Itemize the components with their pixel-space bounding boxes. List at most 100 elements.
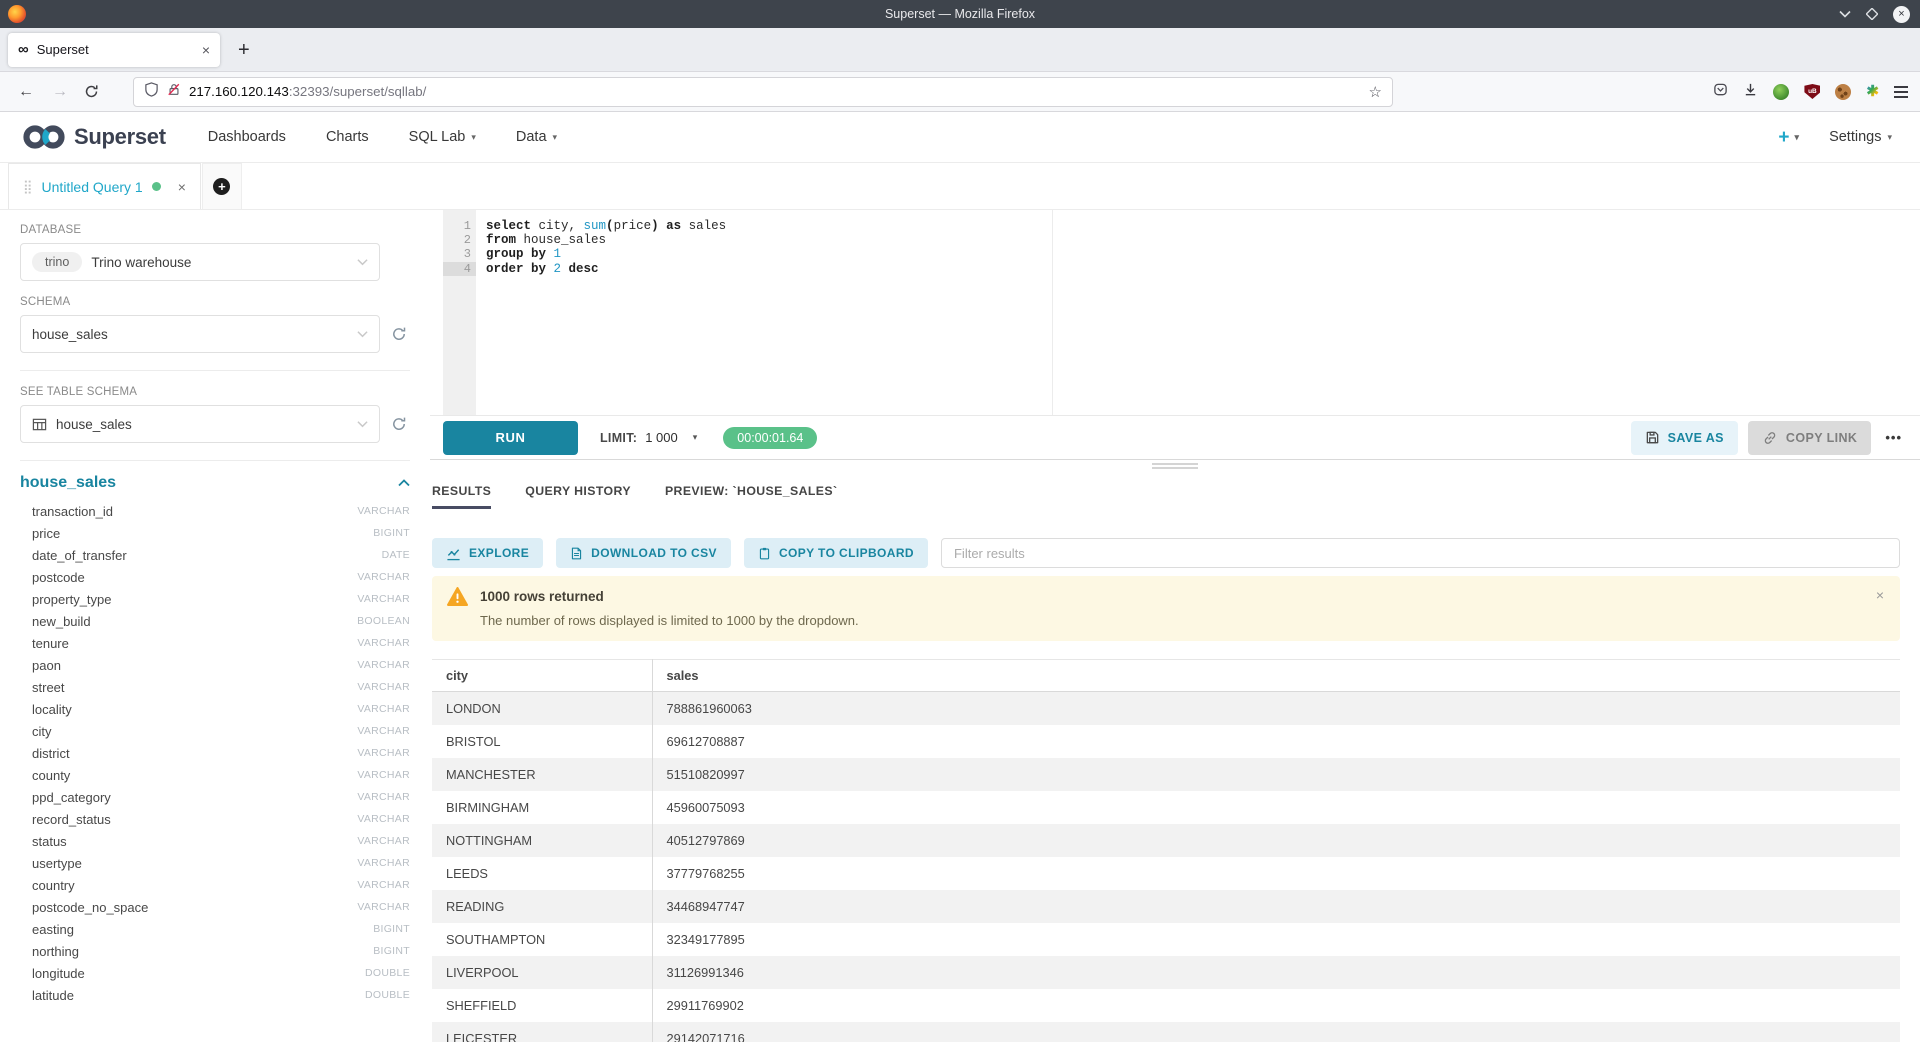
query-status-dot <box>152 182 161 191</box>
tab-preview[interactable]: PREVIEW: `HOUSE_SALES` <box>665 472 838 509</box>
browser-tab[interactable]: ∞ Superset × <box>8 33 220 67</box>
column-item[interactable]: priceBIGINT <box>20 522 410 544</box>
shield-icon[interactable] <box>144 82 159 102</box>
download-csv-button[interactable]: DOWNLOAD TO CSV <box>556 538 731 568</box>
schema-select[interactable]: house_sales <box>20 315 380 353</box>
column-item[interactable]: streetVARCHAR <box>20 676 410 698</box>
query-tab-close-icon[interactable]: × <box>178 180 186 194</box>
table-row: READING34468947747 <box>432 890 1900 923</box>
sql-editor[interactable]: 1234 select city, sum(price) as salesfro… <box>430 210 1920 415</box>
column-item[interactable]: northingBIGINT <box>20 940 410 962</box>
run-button[interactable]: RUN <box>443 421 578 455</box>
copy-link-button[interactable]: COPY LINK <box>1748 421 1871 455</box>
divider <box>20 460 410 461</box>
reload-button[interactable] <box>84 84 99 99</box>
collapse-chevron-up-icon[interactable] <box>398 474 410 492</box>
forward-button: → <box>52 84 68 100</box>
insecure-lock-icon[interactable] <box>167 82 181 102</box>
column-item[interactable]: new_buildBOOLEAN <box>20 610 410 632</box>
column-item[interactable]: latitudeDOUBLE <box>20 984 410 1006</box>
pane-resize-handle[interactable] <box>430 460 1920 472</box>
chevron-down-icon <box>357 258 368 266</box>
table-select[interactable]: house_sales <box>20 405 380 443</box>
cookie-extension-icon[interactable] <box>1835 84 1851 100</box>
table-row: LONDON788861960063 <box>432 692 1900 726</box>
warning-icon <box>447 587 468 606</box>
back-button[interactable]: ← <box>18 84 34 100</box>
add-query-tab-button[interactable]: + <box>202 163 242 209</box>
superset-logo[interactable]: Superset <box>22 122 166 152</box>
table-row: BIRMINGHAM45960075093 <box>432 791 1900 824</box>
bookmark-star-icon[interactable]: ☆ <box>1369 83 1382 101</box>
editor-lines[interactable]: select city, sum(price) as salesfrom hou… <box>476 210 1920 415</box>
alert-close-icon[interactable]: × <box>1876 587 1884 603</box>
column-item[interactable]: cityVARCHAR <box>20 720 410 742</box>
column-item[interactable]: localityVARCHAR <box>20 698 410 720</box>
downloads-icon[interactable] <box>1743 82 1758 102</box>
column-item[interactable]: transaction_idVARCHAR <box>20 500 410 522</box>
copy-clipboard-button[interactable]: COPY TO CLIPBOARD <box>744 538 928 568</box>
column-item[interactable]: usertypeVARCHAR <box>20 852 410 874</box>
drag-handle-icon[interactable]: ⣿ <box>23 180 33 193</box>
save-as-button[interactable]: SAVE AS <box>1631 421 1738 455</box>
refresh-table-icon[interactable] <box>388 416 410 432</box>
privacy-badger-icon[interactable] <box>1773 84 1789 100</box>
table-row: MANCHESTER51510820997 <box>432 758 1900 791</box>
nav-item-charts[interactable]: Charts <box>326 129 369 145</box>
window-maximize-icon[interactable] <box>1866 8 1878 20</box>
nav-item-data[interactable]: Data▾ <box>516 129 557 145</box>
new-tab-button[interactable]: + <box>238 40 250 60</box>
infinity-logo-icon <box>22 122 66 152</box>
column-header-sales[interactable]: sales <box>652 660 1900 692</box>
column-header-city[interactable]: city <box>432 660 652 692</box>
column-item[interactable]: ppd_categoryVARCHAR <box>20 786 410 808</box>
window-title: Superset — Mozilla Firefox <box>0 7 1920 21</box>
refresh-schema-icon[interactable] <box>388 326 410 342</box>
explore-button[interactable]: EXPLORE <box>432 538 543 568</box>
database-select[interactable]: trino Trino warehouse <box>20 243 380 281</box>
column-item[interactable]: postcodeVARCHAR <box>20 566 410 588</box>
table-name-heading[interactable]: house_sales <box>20 474 116 492</box>
column-item[interactable]: districtVARCHAR <box>20 742 410 764</box>
nav-item-dashboards[interactable]: Dashboards <box>208 129 286 145</box>
menu-icon[interactable] <box>1894 86 1908 98</box>
column-item[interactable]: countyVARCHAR <box>20 764 410 786</box>
column-list: transaction_idVARCHARpriceBIGINTdate_of_… <box>20 500 410 1006</box>
new-item-button[interactable]: +▾ <box>1778 128 1799 147</box>
save-icon <box>1645 430 1660 445</box>
window-close-icon[interactable]: × <box>1893 6 1910 23</box>
column-item[interactable]: paonVARCHAR <box>20 654 410 676</box>
print-margin <box>1052 210 1053 415</box>
column-item[interactable]: countryVARCHAR <box>20 874 410 896</box>
pocket-icon[interactable] <box>1713 82 1728 102</box>
column-item[interactable]: date_of_transferDATE <box>20 544 410 566</box>
alert-title: 1000 rows returned <box>480 589 604 604</box>
tab-query-history[interactable]: QUERY HISTORY <box>525 472 631 509</box>
column-item[interactable]: postcode_no_spaceVARCHAR <box>20 896 410 918</box>
browser-tabbar: ∞ Superset × + <box>0 28 1920 72</box>
window-minimize-icon[interactable] <box>1839 10 1851 18</box>
filter-results-input[interactable] <box>941 538 1900 568</box>
ublock-icon[interactable]: uB <box>1804 84 1820 99</box>
consent-extension-icon[interactable]: ✱ <box>1866 84 1879 99</box>
nav-item-sql-lab[interactable]: SQL Lab▾ <box>409 129 476 145</box>
column-item[interactable]: statusVARCHAR <box>20 830 410 852</box>
table-schema-label: SEE TABLE SCHEMA <box>20 386 410 398</box>
table-row: LEEDS37779768255 <box>432 857 1900 890</box>
column-item[interactable]: eastingBIGINT <box>20 918 410 940</box>
limit-dropdown[interactable]: LIMIT: 1 000 ▾ <box>600 430 697 445</box>
column-item[interactable]: longitudeDOUBLE <box>20 962 410 984</box>
column-item[interactable]: record_statusVARCHAR <box>20 808 410 830</box>
query-tab[interactable]: ⣿ Untitled Query 1 × <box>8 163 201 209</box>
superset-navbar: Superset Dashboards Charts SQL Lab▾ Data… <box>0 112 1920 163</box>
more-actions-button[interactable]: ••• <box>1885 430 1902 445</box>
column-item[interactable]: property_typeVARCHAR <box>20 588 410 610</box>
tab-close-icon[interactable]: × <box>202 43 210 57</box>
url-text[interactable]: 217.160.120.143:32393/superset/sqllab/ <box>189 84 1361 99</box>
results-pane: RESULTS QUERY HISTORY PREVIEW: `HOUSE_SA… <box>430 472 1920 1042</box>
column-item[interactable]: tenureVARCHAR <box>20 632 410 654</box>
url-bar[interactable]: 217.160.120.143:32393/superset/sqllab/ ☆ <box>133 77 1393 107</box>
tab-results[interactable]: RESULTS <box>432 472 491 509</box>
settings-menu[interactable]: Settings▾ <box>1829 129 1892 145</box>
rows-returned-alert: 1000 rows returned The number of rows di… <box>432 576 1900 641</box>
